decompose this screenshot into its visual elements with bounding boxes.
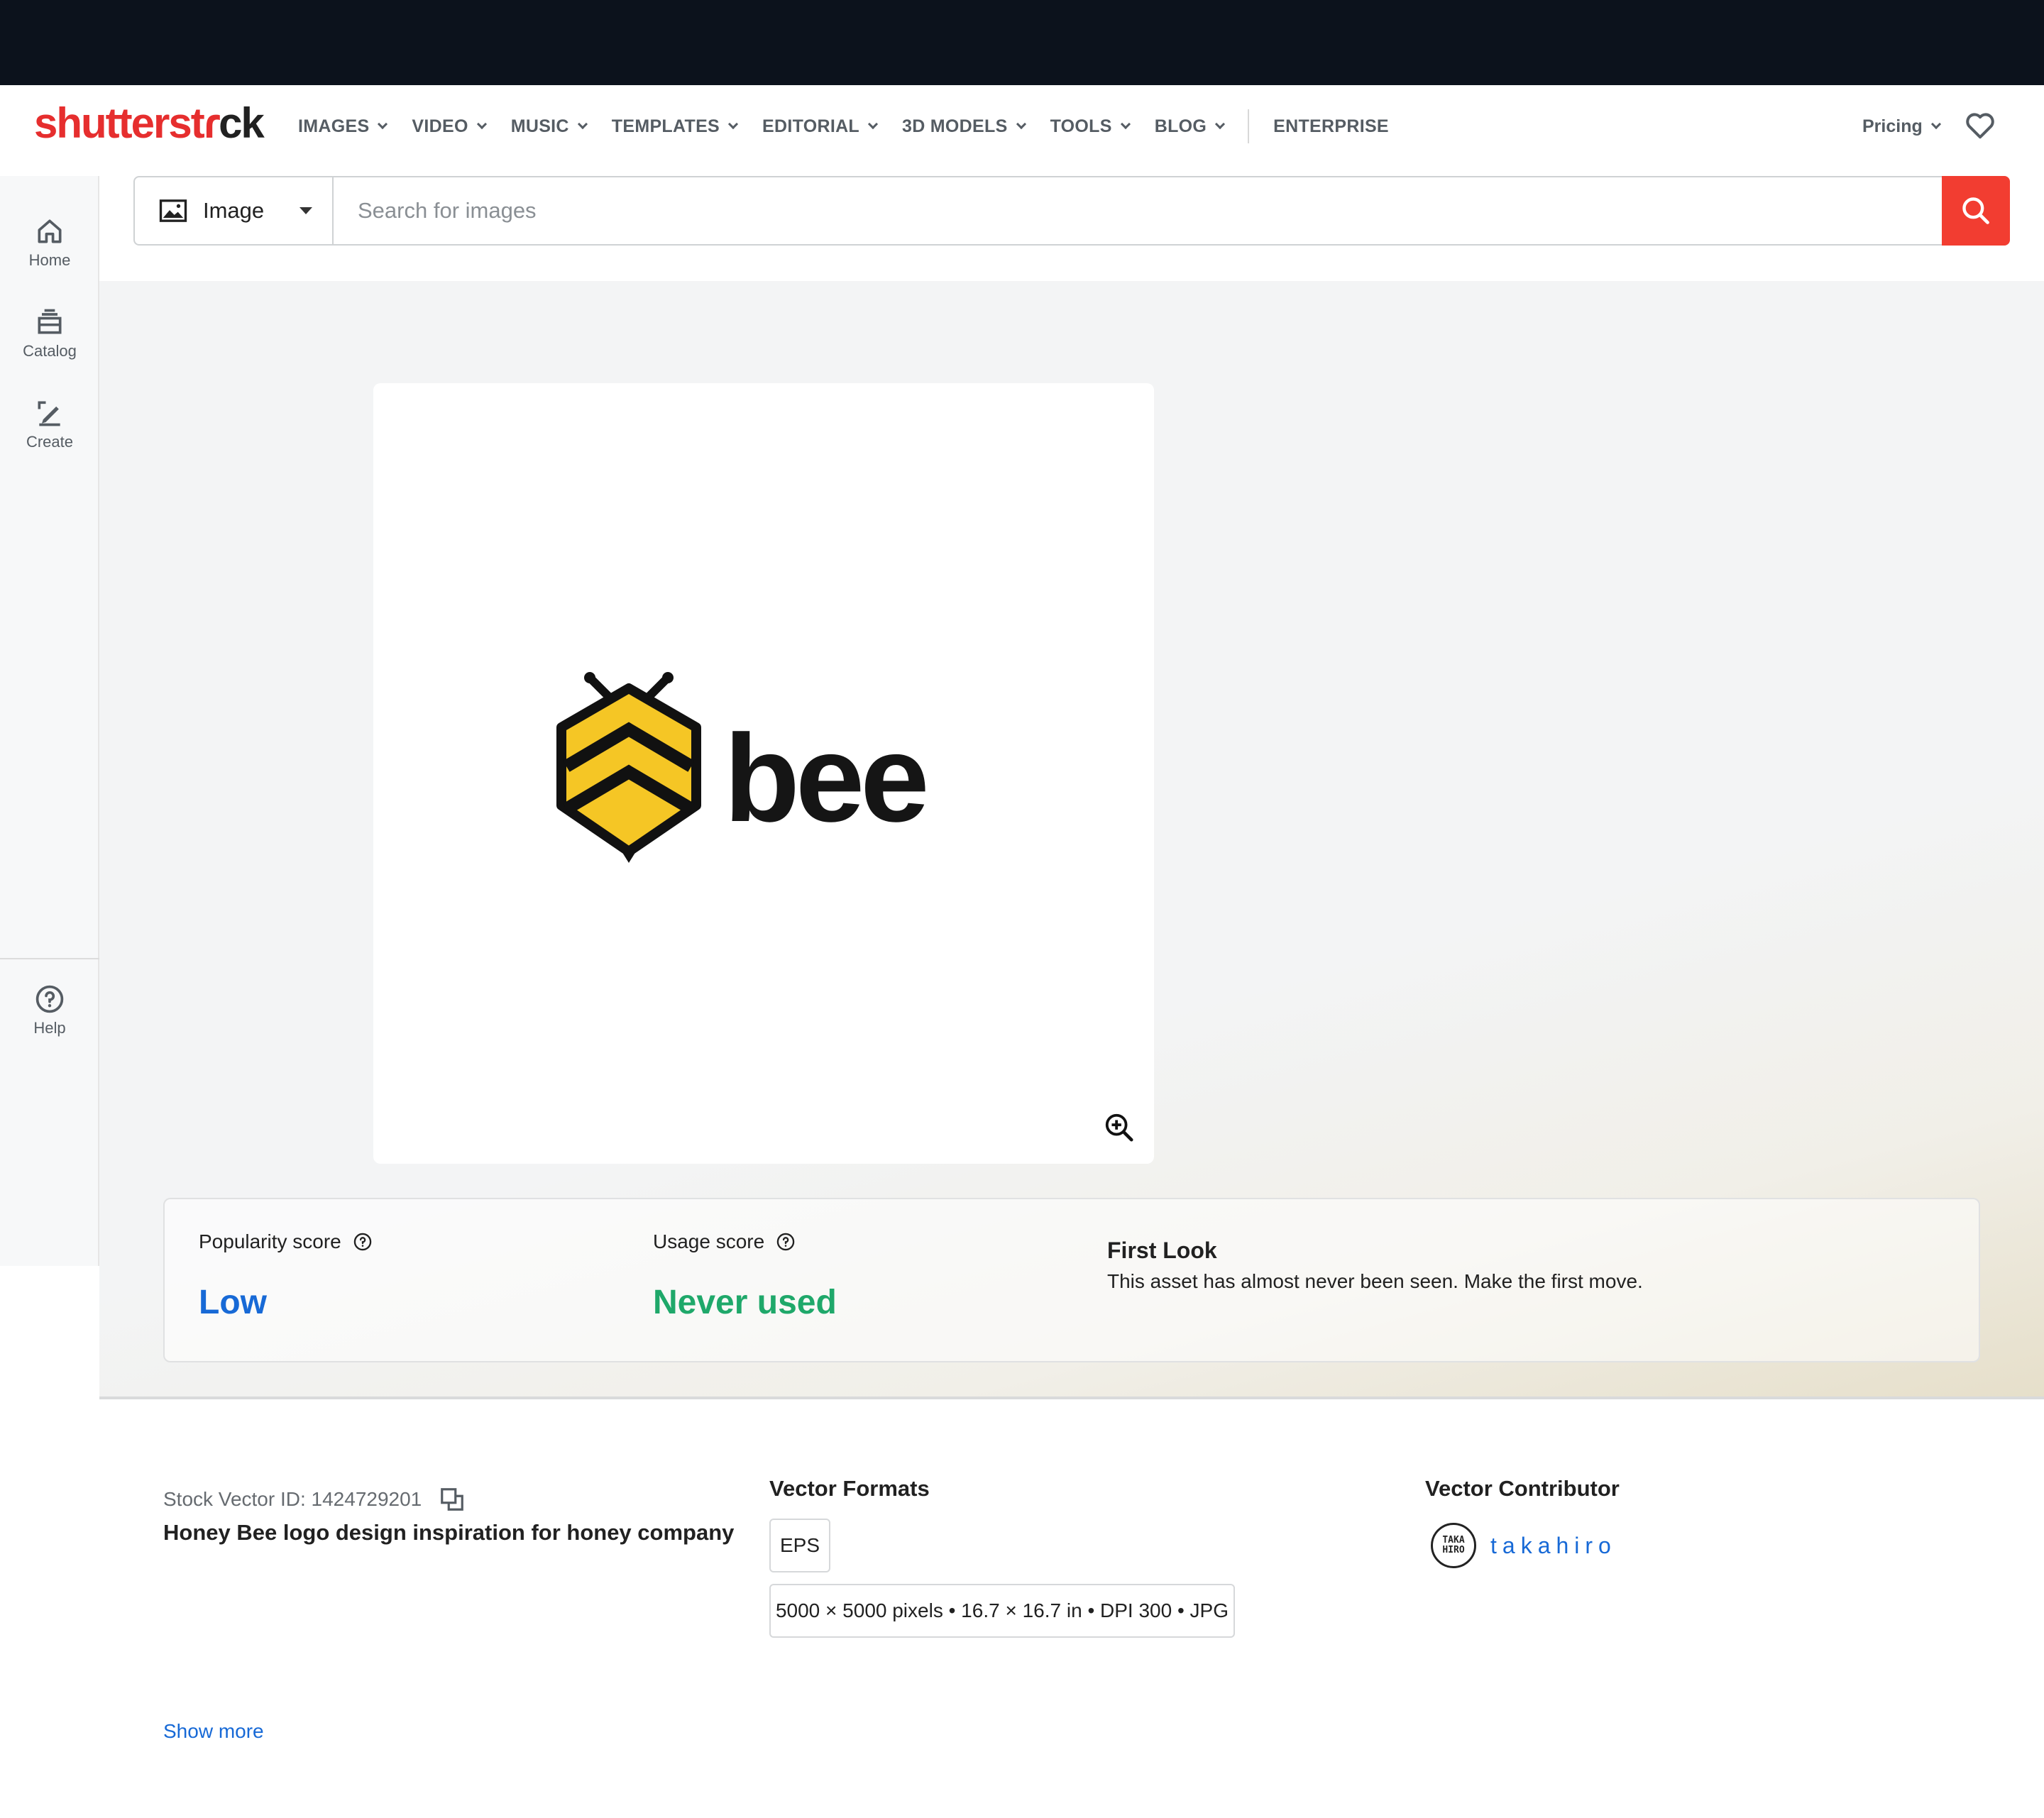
contributor-name: takahiro (1490, 1532, 1617, 1558)
first-look-title: First Look (1107, 1238, 1217, 1263)
sidebar-divider (0, 958, 99, 959)
format-chip-jpg[interactable]: 5000 × 5000 pixels • 16.7 × 16.7 in • DP… (769, 1584, 1235, 1638)
nav-images[interactable]: IMAGES (298, 116, 388, 137)
image-icon (159, 199, 187, 222)
avatar: TAKA HIRO (1431, 1523, 1476, 1568)
chevron-down-icon (1930, 119, 1941, 130)
chevron-down-icon (476, 119, 487, 130)
home-icon (38, 219, 62, 243)
chevron-down-icon (1215, 119, 1226, 130)
sidebar-item-catalog[interactable]: Catalog (0, 307, 99, 360)
popularity-score-label: Popularity score (199, 1230, 373, 1253)
shutterstock-logo[interactable]: shutterstɾck (34, 99, 265, 147)
logo-text-part2: ck (219, 99, 265, 147)
nav-label: EDITORIAL (762, 116, 859, 136)
first-look-text: This asset has almost never been seen. M… (1107, 1270, 1643, 1292)
chevron-down-icon (1120, 119, 1131, 130)
create-icon (38, 401, 60, 426)
nav-label: VIDEO (412, 116, 468, 136)
nav-tools[interactable]: TOOLS (1050, 116, 1131, 137)
nav-label: TEMPLATES (611, 116, 720, 136)
nav-label: ENTERPRISE (1273, 116, 1389, 136)
sidebar-item-home[interactable]: Home (0, 216, 99, 270)
nav-video[interactable]: VIDEO (412, 116, 487, 137)
chevron-down-icon (378, 119, 388, 130)
search-input[interactable] (334, 177, 1942, 244)
format-chip-eps[interactable]: EPS (769, 1519, 830, 1572)
vector-contributor-heading: Vector Contributor (1425, 1476, 1620, 1501)
bee-logo-wordmark: bee (724, 710, 925, 848)
chevron-down-icon (867, 119, 879, 130)
sidebar-item-label: Home (28, 251, 71, 269)
help-circle-icon[interactable] (353, 1232, 373, 1252)
help-circle-icon[interactable] (776, 1232, 796, 1252)
zoom-in-icon[interactable] (1103, 1111, 1136, 1144)
nav-music[interactable]: MUSIC (510, 116, 588, 137)
contributor-link[interactable]: TAKA HIRO takahiro (1431, 1523, 1617, 1568)
nav-3d-models[interactable]: 3D MODELS (902, 116, 1026, 137)
search-type-label: Image (203, 198, 265, 223)
popularity-label-text: Popularity score (199, 1230, 341, 1252)
nav-divider (1248, 109, 1250, 143)
sidebar-item-create[interactable]: Create (0, 397, 99, 451)
logo-o-mark: ɾ (203, 99, 220, 147)
vector-formats-heading: Vector Formats (769, 1476, 930, 1501)
asset-id: Stock Vector ID: 1424729201 (163, 1486, 466, 1513)
popularity-score-value: Low (199, 1284, 267, 1321)
pricing-menu[interactable]: Pricing (1862, 105, 1941, 148)
browser-top-bar (0, 0, 2044, 85)
nav-label: TOOLS (1050, 116, 1112, 136)
usage-score-label: Usage score (653, 1230, 796, 1253)
sidebar-item-help[interactable]: Help (0, 984, 99, 1037)
left-sidebar: Home Catalog Create Help (0, 176, 99, 1266)
search-bar: Image (133, 176, 2010, 246)
nav-label: BLOG (1154, 116, 1207, 136)
chevron-down-icon (727, 119, 739, 130)
asset-title: Honey Bee logo design inspiration for ho… (163, 1520, 735, 1545)
asset-preview-image[interactable]: bee (373, 383, 1154, 1164)
heart-icon[interactable] (1965, 111, 1996, 139)
main-nav: IMAGES VIDEO MUSIC TEMPLATES EDITORIAL 3… (298, 105, 1414, 148)
nav-templates[interactable]: TEMPLATES (611, 116, 739, 137)
pricing-label: Pricing (1862, 116, 1923, 136)
logo-text-part1: shutterst (34, 99, 205, 147)
score-card: Popularity score Low Usage score Never u… (163, 1198, 1980, 1362)
sidebar-item-label: Catalog (23, 342, 77, 360)
show-more-link[interactable]: Show more (163, 1720, 264, 1743)
chevron-down-icon (1016, 119, 1026, 130)
sidebar-item-label: Help (33, 1019, 66, 1037)
bee-logo-artwork: bee (556, 672, 930, 863)
chevron-down-icon (577, 119, 588, 130)
copy-icon[interactable] (439, 1486, 466, 1513)
usage-score-value: Never used (653, 1284, 837, 1321)
nav-enterprise[interactable]: ENTERPRISE (1273, 116, 1389, 137)
asset-id-text: Stock Vector ID: 1424729201 (163, 1488, 422, 1510)
stage-divider (99, 1396, 2044, 1399)
nav-editorial[interactable]: EDITORIAL (762, 116, 879, 137)
caret-down-icon (300, 207, 313, 214)
search-button[interactable] (1942, 176, 2010, 246)
nav-blog[interactable]: BLOG (1154, 116, 1226, 137)
bee-logo-mark (556, 672, 701, 863)
search-type-select[interactable]: Image (135, 177, 334, 244)
nav-label: IMAGES (298, 116, 370, 136)
usage-label-text: Usage score (653, 1230, 765, 1252)
nav-label: 3D MODELS (902, 116, 1008, 136)
catalog-icon (38, 309, 62, 334)
search-icon (1962, 197, 1989, 224)
help-icon (35, 985, 64, 1013)
nav-label: MUSIC (510, 116, 569, 136)
sidebar-item-label: Create (26, 433, 74, 451)
